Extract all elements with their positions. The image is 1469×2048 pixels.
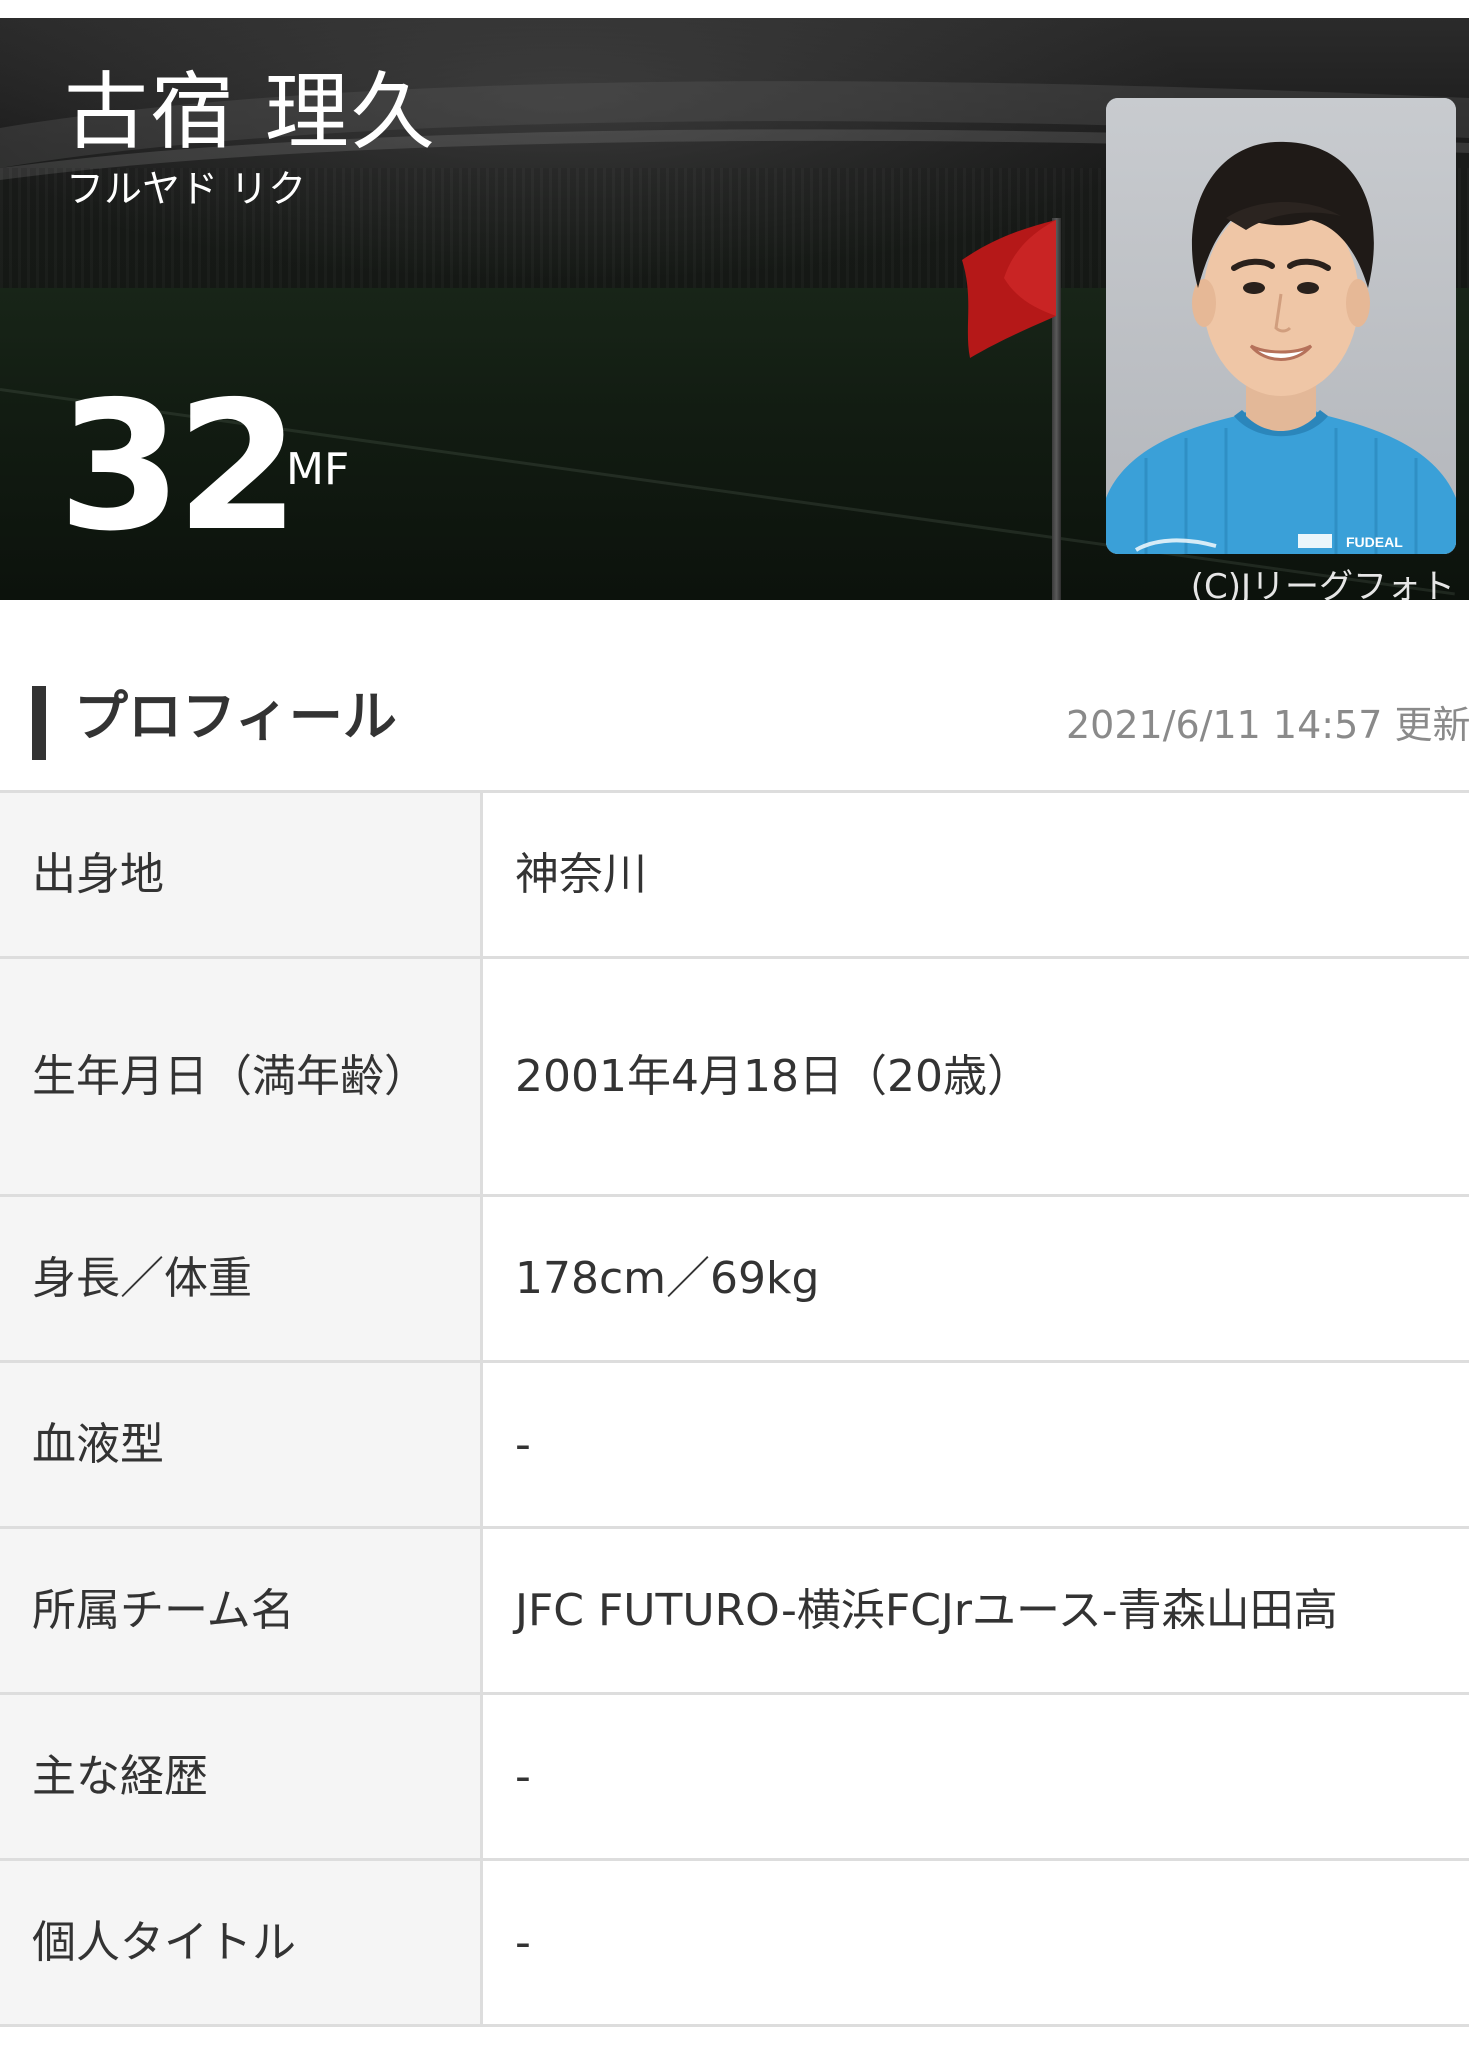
profile-label-career: 主な経歴 bbox=[0, 1693, 483, 1861]
profile-value-blood-type: - bbox=[481, 1361, 1469, 1529]
player-profile-page: 古宿 理久 フルヤド リク 32 MF FUDEAL (C)Jリーグフォト プロ… bbox=[0, 0, 1469, 2048]
table-row: 生年月日（満年齢） 2001年4月18日（20歳） bbox=[0, 957, 1469, 1197]
profile-label-birthplace: 出身地 bbox=[0, 791, 483, 959]
profile-label-birthdate: 生年月日（満年齢） bbox=[0, 957, 483, 1197]
profile-label-blood-type: 血液型 bbox=[0, 1361, 483, 1529]
player-position: MF bbox=[286, 444, 350, 495]
player-hero: 古宿 理久 フルヤド リク 32 MF FUDEAL (C)Jリーグフォト bbox=[0, 18, 1469, 600]
table-row: 出身地 神奈川 bbox=[0, 791, 1469, 959]
profile-value-birthdate: 2001年4月18日（20歳） bbox=[481, 957, 1469, 1197]
profile-label-titles: 個人タイトル bbox=[0, 1859, 483, 2027]
profile-value-birthplace: 神奈川 bbox=[481, 791, 1469, 959]
table-row: 個人タイトル - bbox=[0, 1859, 1469, 2027]
updated-timestamp: 2021/6/11 14:57 更新 bbox=[1066, 703, 1469, 747]
player-portrait: FUDEAL bbox=[1106, 98, 1456, 554]
section-accent-bar bbox=[32, 686, 46, 760]
player-number: 32 bbox=[58, 363, 300, 570]
table-row: 血液型 - bbox=[0, 1361, 1469, 1529]
jersey-sponsor-text: FUDEAL bbox=[1346, 534, 1403, 550]
table-row: 所属チーム名 JFC FUTURO-横浜FCJrユース-青森山田高 bbox=[0, 1527, 1469, 1695]
player-portrait-image: FUDEAL bbox=[1106, 98, 1456, 554]
profile-section-header: プロフィール 2021/6/11 14:57 更新 bbox=[0, 680, 1469, 790]
profile-label-height-weight: 身長／体重 bbox=[0, 1195, 483, 1363]
profile-value-titles: - bbox=[481, 1859, 1469, 2027]
section-title: プロフィール bbox=[74, 685, 397, 748]
profile-value-teams: JFC FUTURO-横浜FCJrユース-青森山田高 bbox=[481, 1527, 1469, 1695]
photo-credit: (C)Jリーグフォト bbox=[1190, 567, 1455, 600]
corner-flag-icon bbox=[962, 220, 1056, 358]
player-kana: フルヤド リク bbox=[66, 167, 307, 211]
top-border bbox=[0, 0, 1469, 18]
profile-table: 出身地 神奈川 生年月日（満年齢） 2001年4月18日（20歳） 身長／体重 … bbox=[0, 790, 1469, 2027]
profile-value-height-weight: 178cm／69kg bbox=[481, 1195, 1469, 1363]
profile-value-career: - bbox=[481, 1693, 1469, 1861]
table-row: 主な経歴 - bbox=[0, 1693, 1469, 1861]
table-row: 身長／体重 178cm／69kg bbox=[0, 1195, 1469, 1363]
player-name: 古宿 理久 bbox=[64, 63, 437, 161]
profile-label-teams: 所属チーム名 bbox=[0, 1527, 483, 1695]
